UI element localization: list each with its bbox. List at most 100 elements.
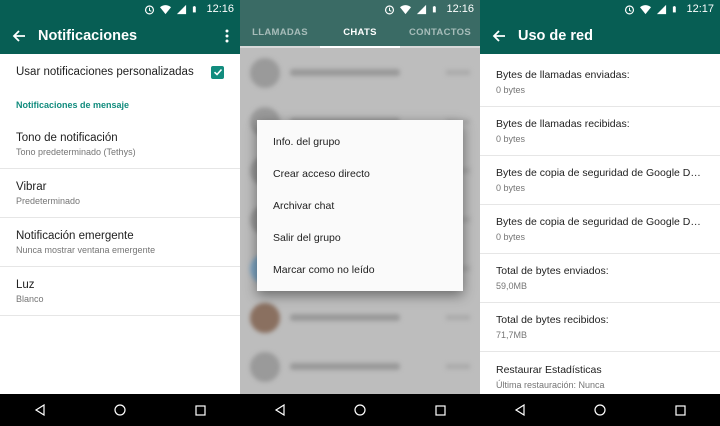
custom-notifications-checkbox[interactable]	[211, 65, 224, 79]
pref-subtitle: Tono predeterminado (Tethys)	[16, 146, 136, 157]
nav-recents-icon	[674, 404, 686, 416]
status-bar: 12:16	[240, 0, 480, 18]
stat-title: Total de bytes recibidos:	[496, 314, 609, 326]
stat-drive-backup-bytes-sent: Bytes de copia de seguridad de Google Dr…	[480, 156, 720, 205]
arrow-back-icon	[12, 30, 25, 42]
network-usage-screen: 12:17 Uso de red Bytes de llamadas envia…	[480, 0, 720, 426]
stat-value: 0 bytes	[496, 183, 526, 193]
arrow-back-icon	[492, 30, 505, 42]
pref-subtitle: Blanco	[16, 293, 44, 304]
status-bar: 12:16	[0, 0, 240, 18]
section-title-message-notifications: Notificaciones de mensaje	[16, 100, 130, 110]
system-nav-bar	[240, 394, 480, 426]
pref-popup-notification[interactable]: Notificación emergente Nunca mostrar ven…	[0, 218, 240, 267]
stat-value: 0 bytes	[496, 134, 526, 144]
system-nav-bar	[0, 394, 240, 426]
tab-chats[interactable]: CHATS	[320, 27, 400, 38]
header: 12:16 Notificaciones	[0, 0, 240, 54]
chats-screen: 12:16 LLAMADAS CHATS CONTACTOS Info. del…	[240, 0, 480, 426]
chat-time-blurred	[446, 315, 470, 320]
back-button[interactable]	[480, 29, 518, 43]
pref-vibrate[interactable]: Vibrar Predeterminado	[0, 169, 240, 218]
chat-time-blurred	[446, 364, 470, 369]
notifications-screen: 12:16 Notificaciones Usar notificaciones…	[0, 0, 240, 426]
stat-title: Bytes de llamadas enviadas:	[496, 69, 630, 81]
alarm-icon	[385, 4, 395, 14]
app-bar: Notificaciones	[0, 18, 240, 54]
nav-back-icon	[274, 404, 285, 416]
page-title: Notificaciones	[38, 28, 138, 44]
chat-time-blurred	[446, 70, 470, 75]
network-stats-list: Bytes de llamadas enviadas: 0 bytes Byte…	[480, 58, 720, 401]
nav-home-button[interactable]	[105, 395, 135, 425]
nav-back-icon	[514, 404, 525, 416]
stat-title: Bytes de llamadas recibidas:	[496, 118, 630, 130]
screenshot-collage: 12:16 Notificaciones Usar notificaciones…	[0, 0, 720, 426]
wifi-icon	[400, 4, 412, 14]
nav-recents-button[interactable]	[185, 395, 215, 425]
dimmed-header: 12:16 LLAMADAS CHATS CONTACTOS	[240, 0, 480, 46]
tab-calls[interactable]: LLAMADAS	[240, 27, 320, 38]
wifi-icon	[160, 4, 172, 14]
signal-icon	[417, 4, 427, 14]
clock: 12:16	[446, 3, 474, 15]
nav-back-button[interactable]	[265, 395, 295, 425]
tab-contacts[interactable]: CONTACTOS	[400, 27, 480, 38]
stat-value: Última restauración: Nunca	[496, 379, 605, 390]
avatar	[250, 57, 280, 88]
pref-notification-tone[interactable]: Tono de notificación Tono predeterminado…	[0, 120, 240, 169]
battery-icon	[193, 5, 197, 12]
nav-recents-icon	[194, 404, 206, 416]
settings-list: Usar notificaciones personalizadas Notif…	[0, 54, 240, 316]
tab-bar: LLAMADAS CHATS CONTACTOS	[240, 18, 480, 46]
stat-title: Total de bytes enviados:	[496, 265, 609, 277]
app-bar: Uso de red	[480, 18, 720, 54]
wifi-icon	[640, 4, 652, 14]
list-item[interactable]	[240, 293, 480, 342]
stat-call-bytes-sent: Bytes de llamadas enviadas: 0 bytes	[480, 58, 720, 107]
overflow-menu-button[interactable]	[214, 29, 240, 43]
menu-item-group-info[interactable]: Info. del grupo	[257, 126, 463, 158]
clock: 12:17	[686, 3, 714, 15]
stat-total-bytes-received: Total de bytes recibidos: 71,7MB	[480, 303, 720, 352]
menu-item-archive-chat[interactable]: Archivar chat	[257, 190, 463, 222]
stat-call-bytes-received: Bytes de llamadas recibidas: 0 bytes	[480, 107, 720, 156]
custom-notifications-toggle[interactable]: Usar notificaciones personalizadas	[16, 54, 224, 90]
nav-recents-button[interactable]	[425, 395, 455, 425]
battery-icon	[673, 5, 677, 12]
back-button[interactable]	[0, 29, 38, 43]
menu-item-mark-unread[interactable]: Marcar como no leído	[257, 254, 463, 286]
stat-value: 0 bytes	[496, 85, 526, 95]
stat-title: Bytes de copia de seguridad de Google Dr…	[496, 167, 704, 179]
more-vert-icon	[225, 29, 229, 43]
stat-value: 0 bytes	[496, 232, 526, 242]
pref-subtitle: Nunca mostrar ventana emergente	[16, 244, 156, 255]
header: 12:17 Uso de red	[480, 0, 720, 54]
nav-home-button[interactable]	[585, 395, 615, 425]
chat-name-blurred	[290, 69, 400, 76]
list-item[interactable]	[240, 342, 480, 391]
menu-item-create-shortcut[interactable]: Crear acceso directo	[257, 158, 463, 190]
nav-home-icon	[114, 404, 126, 416]
avatar	[250, 302, 280, 333]
signal-icon	[657, 4, 667, 14]
nav-home-icon	[594, 404, 606, 416]
chat-context-menu: Info. del grupo Crear acceso directo Arc…	[257, 120, 463, 291]
nav-home-button[interactable]	[345, 395, 375, 425]
pref-light[interactable]: Luz Blanco	[0, 267, 240, 316]
alarm-icon	[625, 4, 635, 14]
list-item[interactable]	[240, 48, 480, 97]
nav-back-button[interactable]	[25, 395, 55, 425]
nav-recents-button[interactable]	[665, 395, 695, 425]
stat-drive-backup-bytes-received: Bytes de copia de seguridad de Google Dr…	[480, 205, 720, 254]
chat-name-blurred	[290, 363, 400, 370]
clock: 12:16	[206, 3, 234, 15]
menu-item-exit-group[interactable]: Salir del grupo	[257, 222, 463, 254]
custom-notifications-label: Usar notificaciones personalizadas	[16, 66, 194, 78]
signal-icon	[177, 4, 187, 14]
page-title: Uso de red	[518, 28, 593, 44]
chat-name-blurred	[290, 314, 400, 321]
nav-back-button[interactable]	[505, 395, 535, 425]
pref-subtitle: Predeterminado	[16, 195, 81, 206]
system-nav-bar	[480, 394, 720, 426]
